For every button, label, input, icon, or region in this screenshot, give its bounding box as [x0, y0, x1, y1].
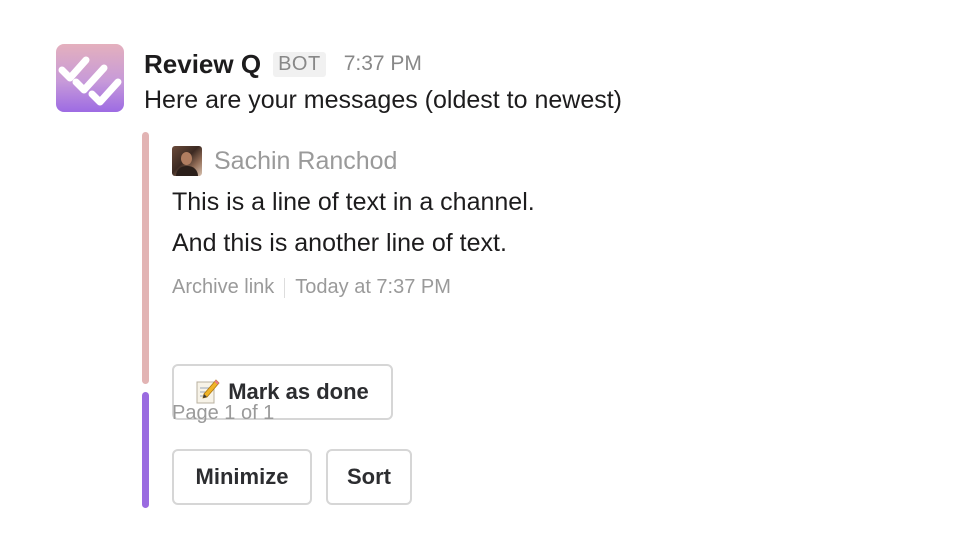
- message-attachment: Sachin Ranchod This is a line of text in…: [142, 132, 842, 420]
- archive-link[interactable]: Archive link: [172, 276, 274, 299]
- attachment-author: Sachin Ranchod: [172, 144, 397, 178]
- bot-badge: BOT: [273, 51, 326, 77]
- attachment-text-line: This is a line of text in a channel.: [172, 188, 535, 216]
- bot-avatar[interactable]: [56, 44, 124, 112]
- message-text: Here are your messages (oldest to newest…: [144, 86, 622, 114]
- minimize-button[interactable]: Minimize: [172, 449, 312, 505]
- page-indicator: Page 1 of 1: [172, 402, 275, 424]
- attachment-color-bar: [142, 132, 149, 384]
- double-check-logo-icon: [58, 56, 122, 106]
- attachment-color-bar: [142, 392, 149, 508]
- footer-divider: [284, 277, 286, 298]
- posted-time: Today at 7:37 PM: [295, 276, 451, 298]
- attachment-text-line: And this is another line of text.: [172, 229, 507, 257]
- author-name[interactable]: Sachin Ranchod: [214, 147, 397, 176]
- pagination-attachment: Page 1 of 1 Minimize Sort: [142, 392, 842, 508]
- message-header: Review Q BOT 7:37 PM: [144, 46, 422, 82]
- sort-button[interactable]: Sort: [326, 449, 412, 505]
- attachment-footer: Archive link Today at 7:37 PM: [172, 276, 451, 299]
- message-timestamp[interactable]: 7:37 PM: [344, 52, 422, 76]
- bot-name[interactable]: Review Q: [144, 49, 261, 80]
- author-avatar[interactable]: [172, 146, 202, 176]
